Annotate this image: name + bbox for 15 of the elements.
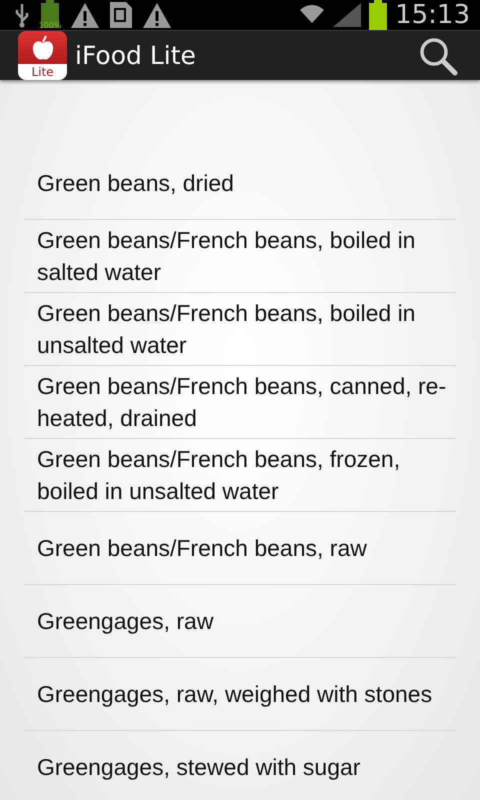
app-title: iFood Lite (75, 41, 196, 70)
app-logo[interactable]: Lite (18, 31, 67, 80)
food-list-item[interactable]: Green beans/French beans, boiled in unsalted water (24, 293, 456, 366)
food-list-item[interactable]: Green beans/French beans, raw (24, 512, 456, 585)
usb-icon (14, 2, 30, 28)
food-list-item[interactable]: Green beans, dried (24, 147, 456, 220)
food-list-item[interactable]: Green beans/French beans, boiled in salted water (24, 220, 456, 293)
clock-time: 15:13 (395, 0, 470, 30)
food-list-item[interactable]: Green beans/French beans, frozen, boiled in unsalted water (24, 439, 456, 512)
food-list-item[interactable]: Green beans/French beans, canned, re-heated, drained (24, 366, 456, 439)
battery-icon (369, 0, 388, 30)
signal-icon (333, 3, 362, 27)
food-list-item[interactable]: Greengages, raw (24, 585, 456, 658)
food-list-item[interactable]: Greengages, raw, weighed with stones (24, 658, 456, 731)
food-list-item[interactable]: Greengages, stewed with sugar (24, 731, 456, 800)
